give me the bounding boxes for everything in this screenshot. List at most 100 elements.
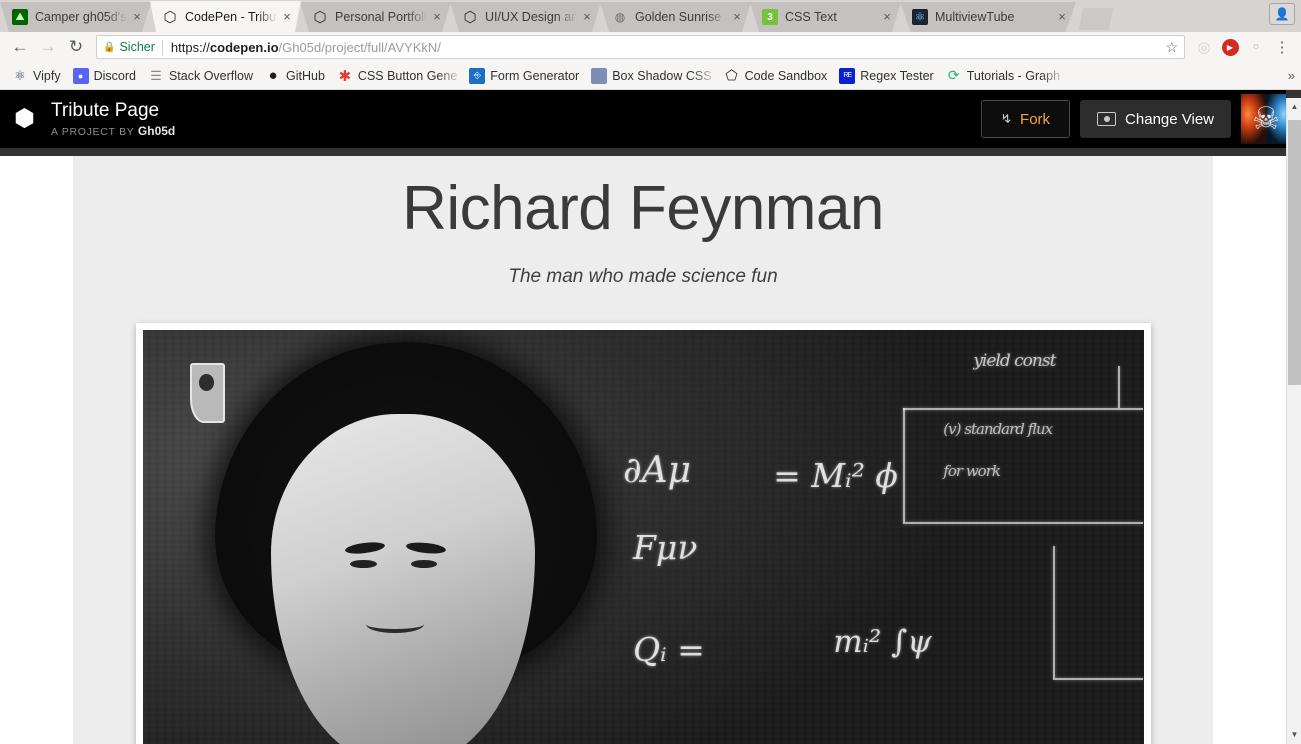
tab-close-icon[interactable]: × <box>129 9 145 25</box>
bookmark-label: Stack Overflow <box>168 68 254 83</box>
chalkboard-line <box>1053 678 1144 681</box>
tab-close-icon[interactable]: × <box>579 9 595 25</box>
css3-icon <box>762 9 778 25</box>
tab-uiux-design[interactable]: UI/UX Design and × <box>450 2 601 32</box>
bookmark-label: Form Generator <box>490 68 580 83</box>
project-title-block: Tribute Page A PROJECT BY Gh05d <box>51 100 175 138</box>
page-scrollbar[interactable]: ▲ ▼ <box>1286 90 1301 744</box>
eye-right <box>411 560 438 569</box>
chalkboard-line <box>903 522 1144 525</box>
bookmark-label: Code Sandbox <box>744 68 828 83</box>
github-icon: ● <box>268 67 278 84</box>
tab-label: UI/UX Design and <box>485 10 577 24</box>
bookmark-label: GitHub <box>286 68 325 83</box>
tab-close-icon[interactable]: × <box>429 9 445 25</box>
smile <box>366 616 425 634</box>
tab-close-icon[interactable]: × <box>879 9 895 25</box>
fork-icon: ↯ <box>999 110 1014 127</box>
bookmarks-bar: ⚛ Vipfy ● Discord ☰ Stack Overflow ● Git… <box>0 62 1301 90</box>
page-viewport: ⬢ Tribute Page A PROJECT BY Gh05d ↯ Fork… <box>0 90 1301 744</box>
eye-icon <box>1097 112 1117 126</box>
new-tab-button[interactable] <box>1079 8 1113 30</box>
tribute-page-body: Richard Feynman The man who made science… <box>0 156 1301 744</box>
tab-close-icon[interactable]: × <box>279 9 295 25</box>
tab-multiviewtube[interactable]: MultiviewTube × <box>900 2 1076 32</box>
tribute-photo: ∂Aμ = Mᵢ² ϕ Fμν Qᵢ = mᵢ² ∫ψ yield const … <box>142 330 1144 744</box>
by-prefix: A PROJECT BY <box>51 126 135 138</box>
bookmark-star-icon[interactable]: ☆ <box>1165 39 1178 56</box>
url-host: codepen.io <box>209 39 279 55</box>
bookmark-label: Box Shadow CSS <box>612 68 712 83</box>
bookmark-code-sandbox[interactable]: ⬠ Code Sandbox <box>718 66 834 86</box>
browser-menu-button[interactable]: ⋮ <box>1269 34 1295 60</box>
tab-golden-sunrise[interactable]: Golden Sunrise a × <box>600 2 751 32</box>
scroll-up-arrow[interactable]: ▲ <box>1287 98 1301 114</box>
tab-close-icon[interactable]: × <box>1054 9 1070 25</box>
eyebrow-left <box>344 540 386 556</box>
freecodecamp-icon <box>12 9 28 25</box>
change-view-button[interactable]: Change View <box>1080 100 1231 138</box>
forward-button[interactable]: → <box>34 34 62 60</box>
fork-button[interactable]: ↯ Fork <box>981 100 1071 138</box>
stackoverflow-icon: ☰ <box>150 67 162 83</box>
feynman-portrait <box>143 330 704 744</box>
tribute-subtitle: The man who made science fun <box>508 266 778 288</box>
browser-window: Camper gh05d's × CodePen - Tribute Page … <box>0 0 1301 744</box>
bookmark-tutorials[interactable]: ⟳ Tutorials - Graph <box>940 66 1066 86</box>
extension-circle-icon[interactable]: ⚬ <box>1243 34 1269 60</box>
bookmark-discord[interactable]: ● Discord <box>67 66 142 86</box>
chalkboard-line <box>903 408 906 523</box>
tab-label: MultiviewTube <box>935 10 1015 24</box>
change-view-label: Change View <box>1125 110 1214 128</box>
codepen-icon <box>312 9 328 25</box>
bookmark-box-shadow-css[interactable]: Box Shadow CSS <box>585 66 717 86</box>
window-menu-button[interactable]: 👤 <box>1269 3 1295 25</box>
tab-codepen-tribute[interactable]: CodePen - Tribute Page × <box>150 1 301 32</box>
bookmark-form-generator[interactable]: ⎆ Form Generator <box>463 66 585 86</box>
scroll-down-arrow[interactable]: ▼ <box>1287 726 1301 742</box>
bookmark-css-button-generator[interactable]: ✱ CSS Button Gene <box>331 66 463 86</box>
codesandbox-icon: ⬠ <box>725 67 738 83</box>
scrollbar-thumb[interactable] <box>1288 120 1301 385</box>
bookmarks-overflow-button[interactable]: » <box>1288 68 1295 83</box>
bookmark-vipfy[interactable]: ⚛ Vipfy <box>6 66 67 86</box>
fork-label: Fork <box>1020 110 1051 128</box>
tab-label: Camper gh05d's <box>35 10 127 24</box>
react-icon <box>912 9 928 25</box>
page-title: Tribute Page <box>51 100 160 121</box>
discord-icon: ● <box>72 67 89 84</box>
omnibox-divider <box>161 39 163 55</box>
bookmark-label: Regex Tester <box>860 68 934 83</box>
person-icon: 👤 <box>1274 7 1290 21</box>
tab-camper[interactable]: Camper gh05d's × <box>0 2 151 32</box>
address-bar[interactable]: 🔒 Sicher https:// codepen.io /Gh05d/proj… <box>96 35 1185 59</box>
extension-ghost-icon[interactable]: ◎ <box>1191 34 1217 60</box>
bookmark-github[interactable]: ● GitHub <box>259 66 331 86</box>
lock-icon: 🔒 <box>103 41 116 53</box>
scrollbar-top-cap <box>1286 90 1301 98</box>
tribute-title: Richard Feynman <box>402 174 884 243</box>
bookmark-stack-overflow[interactable]: ☰ Stack Overflow <box>142 66 259 86</box>
author-name[interactable]: Gh05d <box>138 124 175 138</box>
tab-css-text[interactable]: CSS Text × <box>750 2 901 32</box>
back-button[interactable]: ← <box>6 34 34 60</box>
eye-left <box>350 560 377 569</box>
tab-strip: Camper gh05d's × CodePen - Tribute Page … <box>0 0 1301 32</box>
page-icon <box>612 9 628 25</box>
tab-personal-portfolio[interactable]: Personal Portfolio × <box>300 2 451 32</box>
bookmark-label: Vipfy <box>33 68 61 83</box>
youtube-icon[interactable]: ▶ <box>1217 34 1243 60</box>
tribute-image-frame: ∂Aμ = Mᵢ² ϕ Fμν Qᵢ = mᵢ² ∫ψ yield const … <box>135 323 1151 744</box>
bookmark-regex-tester[interactable]: RE Regex Tester <box>833 66 939 86</box>
codepen-project-header: ⬢ Tribute Page A PROJECT BY Gh05d ↯ Fork… <box>0 90 1301 148</box>
navigation-toolbar: ← → ↻ 🔒 Sicher https:// codepen.io /Gh05… <box>0 32 1301 62</box>
reload-button[interactable]: ↻ <box>62 34 90 60</box>
chalkboard-line <box>1118 366 1121 409</box>
wall-badge <box>190 363 225 424</box>
tab-close-icon[interactable]: × <box>729 9 745 25</box>
tab-label: Golden Sunrise a <box>635 10 727 24</box>
codepen-icon <box>162 9 178 25</box>
avatar[interactable] <box>1241 94 1291 144</box>
form-generator-icon: ⎆ <box>469 67 486 84</box>
codepen-logo-icon[interactable]: ⬢ <box>14 106 40 132</box>
